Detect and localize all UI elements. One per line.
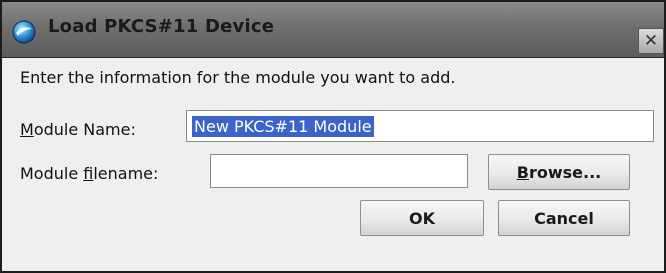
module-name-input[interactable]: New PKCS#11 Module <box>186 110 654 142</box>
browse-label-rest: rowse... <box>528 162 602 182</box>
module-filename-accesskey: f <box>83 164 94 183</box>
cancel-button[interactable]: Cancel <box>498 200 630 236</box>
app-globe-icon <box>12 20 36 44</box>
module-name-accesskey: M <box>20 120 34 139</box>
cancel-label: Cancel <box>534 208 594 228</box>
window-title: Load PKCS#11 Device <box>48 16 275 37</box>
module-name-label: Module Name: <box>20 120 136 139</box>
module-name-value: New PKCS#11 Module <box>192 115 374 137</box>
intro-text: Enter the information for the module you… <box>20 68 456 87</box>
close-icon: ✕ <box>643 31 659 51</box>
module-filename-input[interactable] <box>210 154 468 188</box>
module-filename-label-rest: ilename: <box>93 164 159 183</box>
module-filename-label-prefix: Module <box>20 164 84 183</box>
ok-label: OK <box>409 208 435 228</box>
browse-button[interactable]: Browse... <box>488 154 630 190</box>
close-button[interactable]: ✕ <box>638 28 664 54</box>
module-filename-label: Module filename: <box>20 164 158 183</box>
title-bar[interactable]: Load PKCS#11 Device ✕ <box>2 2 664 58</box>
module-name-label-rest: odule Name: <box>33 120 136 139</box>
browse-accesskey: B <box>516 162 529 182</box>
load-pkcs11-dialog: Load PKCS#11 Device ✕ Enter the informat… <box>0 0 666 273</box>
ok-button[interactable]: OK <box>360 200 484 236</box>
